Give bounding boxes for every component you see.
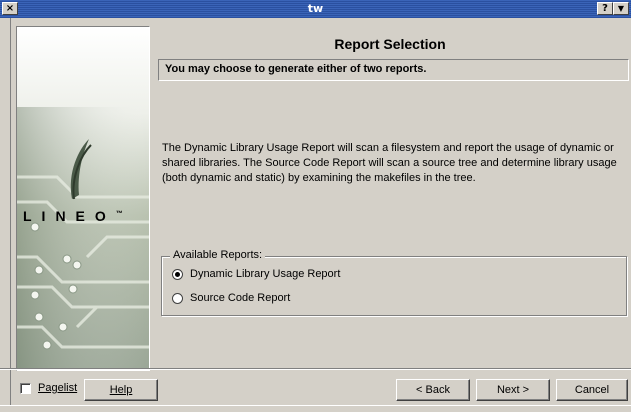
report-description: The Dynamic Library Usage Report will sc… bbox=[162, 142, 617, 184]
radio-button-selected[interactable] bbox=[172, 268, 183, 280]
cancel-button-label: Cancel bbox=[574, 384, 610, 396]
help-button-label: Help bbox=[109, 384, 133, 396]
window-menu-icon[interactable]: ▼ bbox=[613, 2, 629, 15]
back-button-label: < Back bbox=[416, 384, 450, 396]
page-title: Report Selection bbox=[334, 36, 446, 52]
window-bottom-edge bbox=[0, 405, 631, 412]
radio-label: Dynamic Library Usage Report bbox=[190, 268, 341, 280]
next-button-label: Next > bbox=[496, 384, 530, 396]
radio-button[interactable] bbox=[172, 292, 183, 304]
back-button[interactable]: < Back bbox=[396, 379, 470, 401]
next-button[interactable]: Next > bbox=[476, 379, 550, 401]
sidebar-image-panel: LINEO™ bbox=[16, 26, 150, 371]
pagelist-checkbox[interactable] bbox=[20, 383, 31, 394]
footer-separator bbox=[0, 368, 631, 370]
radio-source-code-report[interactable]: Source Code Report bbox=[172, 292, 290, 304]
available-reports-group bbox=[161, 256, 627, 316]
available-reports-label: Available Reports: bbox=[170, 249, 266, 261]
help-button[interactable]: Help bbox=[84, 379, 158, 401]
page-subtitle: You may choose to generate either of two… bbox=[158, 59, 629, 81]
lineo-logo: LINEO™ bbox=[23, 208, 123, 224]
radio-dynamic-library-report[interactable]: Dynamic Library Usage Report bbox=[172, 268, 340, 280]
cancel-button[interactable]: Cancel bbox=[556, 379, 628, 401]
title-bar[interactable]: × tw ? ▼ bbox=[0, 0, 631, 18]
window-title: tw bbox=[307, 2, 324, 15]
pagelist-label[interactable]: Pagelist bbox=[38, 382, 77, 394]
help-icon[interactable]: ? bbox=[597, 2, 613, 15]
radio-label: Source Code Report bbox=[190, 292, 291, 304]
window-frame-edge bbox=[4, 18, 11, 405]
circuit-board-image bbox=[17, 27, 149, 370]
